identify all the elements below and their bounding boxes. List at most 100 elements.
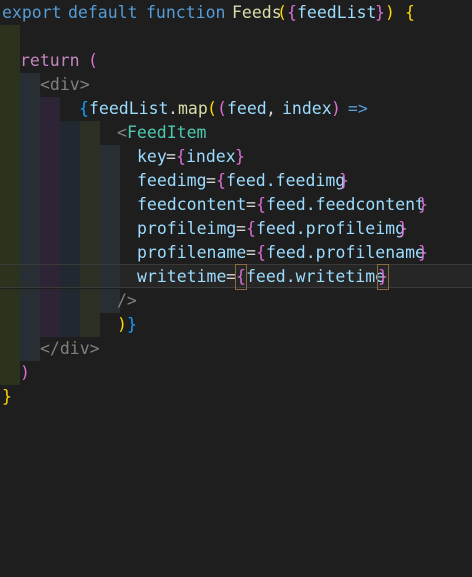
attr-brace-close: }	[398, 219, 408, 238]
attr-feedcontent: feedcontent	[137, 195, 247, 214]
arg-paren-open: (	[217, 99, 227, 118]
indent-guide	[80, 265, 100, 287]
attr-feedimg: feedimg	[137, 171, 207, 190]
attr-value-writetime: feed.writetime	[246, 267, 386, 286]
code-line-9[interactable]: feedcontent = { feed.feedcontent }	[0, 193, 472, 217]
arg-feed: feed	[227, 99, 267, 118]
attr-brace-close: }	[339, 171, 349, 190]
attr-value-feedimg: feed.feedimg	[226, 171, 346, 190]
indent-guide	[100, 241, 120, 265]
indent-guide	[40, 193, 60, 217]
indent-guide	[100, 145, 120, 169]
indent-guide	[20, 313, 40, 337]
attr-writetime: writetime	[137, 267, 227, 286]
map-method: map	[178, 99, 208, 118]
code-line-12-current[interactable]: writetime = { feed.writetime }	[0, 264, 472, 290]
code-line-4[interactable]: <div>	[0, 73, 472, 97]
body-brace-close: }	[2, 387, 12, 406]
indent-guide	[40, 265, 60, 287]
indent-guide	[80, 241, 100, 265]
code-line-5[interactable]: { feedList . map ( ( feed , index ) =>	[0, 97, 472, 121]
indent-guide	[0, 49, 20, 73]
indent-guide	[80, 217, 100, 241]
attr-brace-close: }	[418, 195, 428, 214]
indent-guide	[60, 217, 80, 241]
indent-guide	[60, 313, 80, 337]
code-line-14[interactable]: ) }	[0, 313, 472, 337]
indent-guide	[0, 25, 20, 49]
indent-guide	[20, 121, 40, 145]
indent-guide	[60, 145, 80, 169]
feeditem-tag: FeedItem	[127, 123, 207, 142]
code-line-16[interactable]: )	[0, 361, 472, 385]
indent-guide	[60, 121, 80, 145]
attr-equals: =	[246, 195, 256, 214]
keyword-default: default	[68, 3, 138, 22]
paren-close: )	[385, 3, 395, 22]
map-paren-close: )	[117, 315, 127, 334]
indent-guide	[100, 169, 120, 193]
attr-profileimg: profileimg	[137, 219, 237, 238]
attr-equals: =	[166, 147, 176, 166]
indent-guide	[20, 145, 40, 169]
keyword-function: function	[146, 3, 226, 22]
code-line-7[interactable]: key = { index }	[0, 145, 472, 169]
attr-equals: =	[236, 219, 246, 238]
indent-guide	[0, 289, 20, 313]
indent-guide	[60, 193, 80, 217]
indent-guide	[0, 265, 20, 287]
indent-guide	[0, 97, 20, 121]
indent-guide	[20, 337, 40, 361]
attr-key: key	[137, 147, 167, 166]
feedlist-object: feedList	[89, 99, 169, 118]
indent-guide	[80, 121, 100, 145]
keyword-export: export	[2, 3, 62, 22]
code-line-1[interactable]: export default function Feeds ( { feedLi…	[0, 1, 472, 25]
attr-value-feedcontent: feed.feedcontent	[266, 195, 425, 214]
attr-value-profileimg: feed.profileimg	[256, 219, 406, 238]
code-editor[interactable]: export default function Feeds ( { feedLi…	[0, 0, 472, 417]
indent-guide	[20, 241, 40, 265]
function-name: Feeds	[232, 3, 282, 22]
dot: .	[168, 99, 178, 118]
arrow-operator: =>	[338, 99, 368, 118]
attr-brace-open: {	[246, 219, 256, 238]
jsx-brace-close: }	[127, 315, 137, 334]
attr-brace-open-matched: {	[235, 264, 247, 290]
paren-open: (	[277, 3, 287, 22]
code-line-15[interactable]: </div>	[0, 337, 472, 361]
indent-guide	[0, 145, 20, 169]
indent-guide	[40, 289, 60, 313]
indent-guide	[80, 145, 100, 169]
return-paren-close: )	[20, 363, 30, 382]
code-line-11[interactable]: profilename = { feed.profilename }	[0, 241, 472, 265]
indent-guide	[60, 241, 80, 265]
indent-guide	[0, 169, 20, 193]
attr-brace-open: {	[216, 171, 226, 190]
indent-guide	[80, 289, 100, 313]
code-line-17[interactable]: }	[0, 385, 472, 409]
indent-guide	[60, 265, 80, 287]
code-line-3[interactable]: return (	[0, 49, 472, 73]
code-line-10[interactable]: profileimg = { feed.profileimg }	[0, 217, 472, 241]
indent-guide	[100, 265, 120, 287]
code-line-2[interactable]	[0, 25, 472, 49]
param-feedlist: feedList	[297, 3, 377, 22]
indent-guide	[20, 265, 40, 287]
indent-guide	[40, 313, 60, 337]
indent-guide	[40, 241, 60, 265]
indent-guide	[80, 169, 100, 193]
indent-guide	[40, 145, 60, 169]
code-line-6[interactable]: < FeedItem	[0, 121, 472, 145]
code-line-13[interactable]: />	[0, 289, 472, 313]
indent-guide	[0, 241, 20, 265]
indent-guide	[60, 289, 80, 313]
code-line-8[interactable]: feedimg = { feed.feedimg }	[0, 169, 472, 193]
indent-guide	[0, 361, 20, 385]
div-open-tag: <div>	[40, 75, 90, 94]
indent-guide	[40, 169, 60, 193]
indent-guide	[20, 97, 40, 121]
indent-guide	[80, 313, 100, 337]
indent-guide	[60, 169, 80, 193]
keyword-return: return	[20, 51, 80, 70]
